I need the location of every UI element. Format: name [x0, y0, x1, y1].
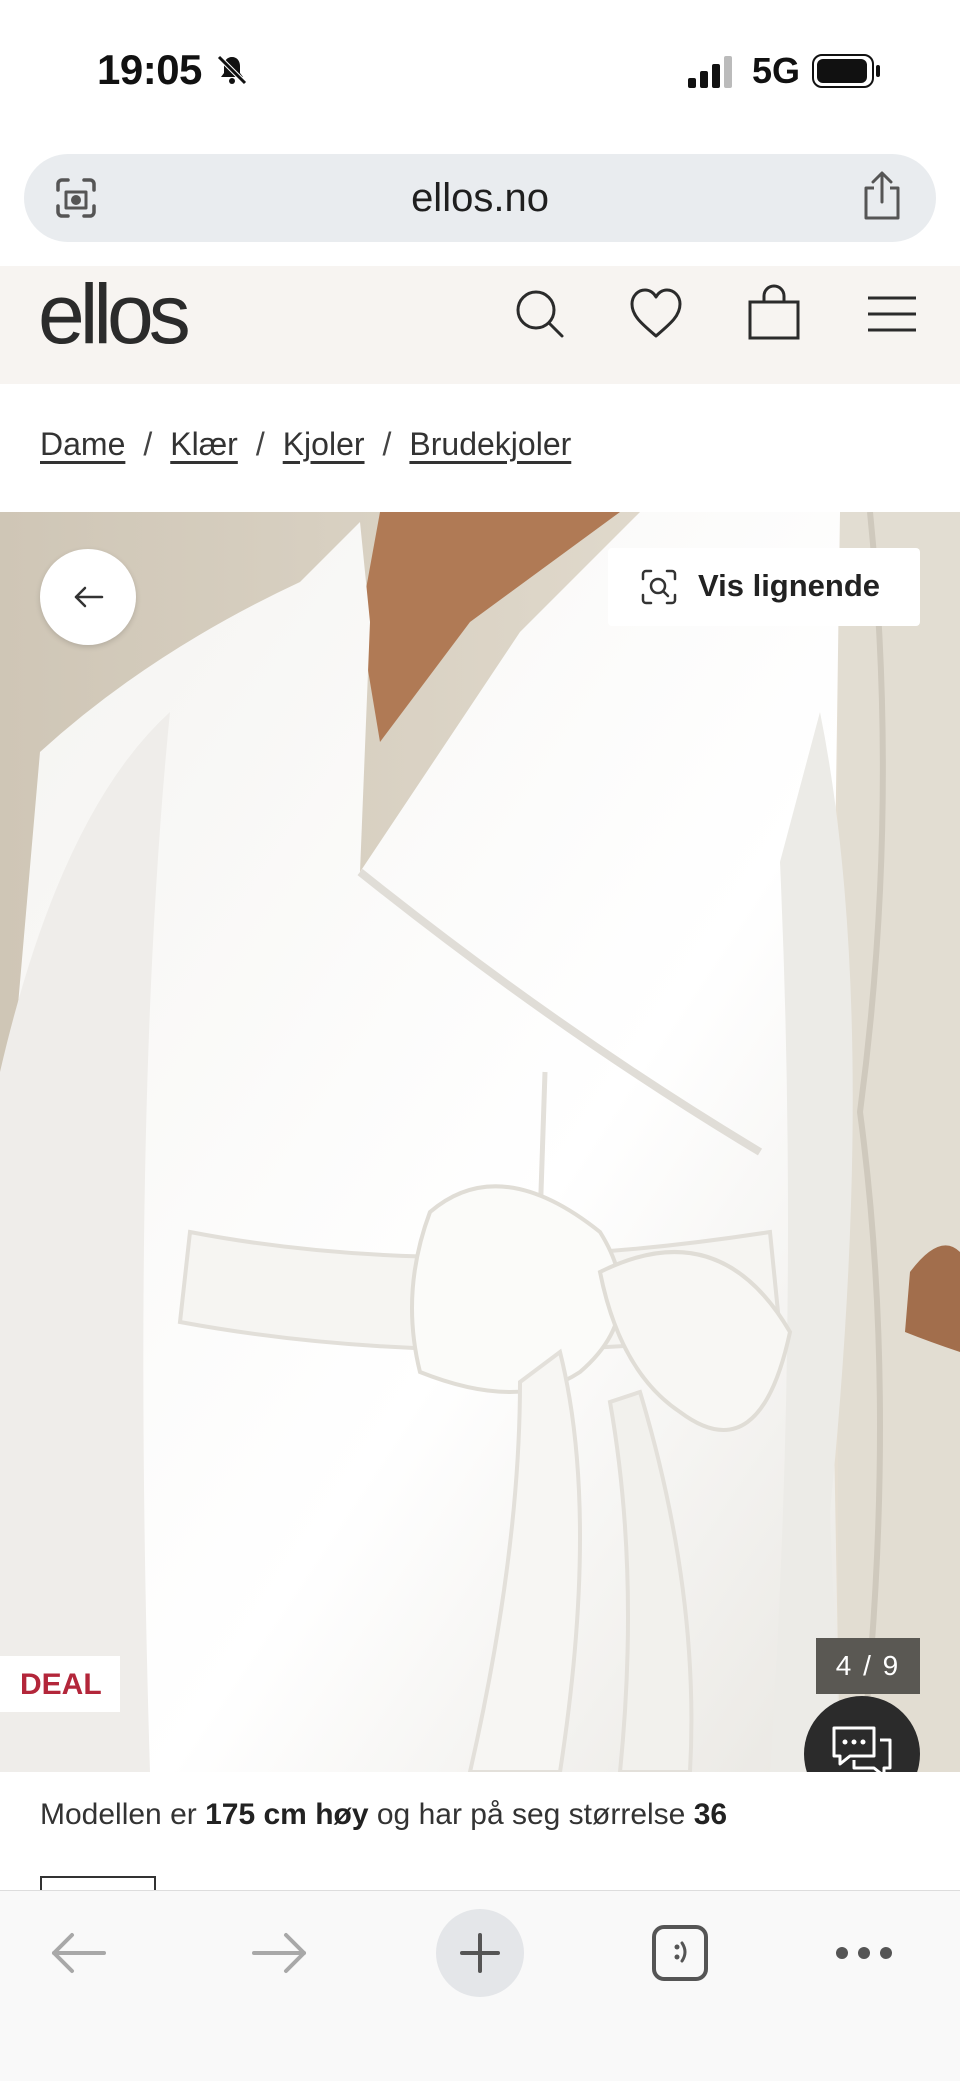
site-header: ellos — [0, 266, 960, 384]
size-selector[interactable] — [40, 1876, 156, 1890]
breadcrumb-klaer[interactable]: Klær — [170, 426, 238, 462]
chat-icon — [832, 1726, 892, 1772]
share-icon[interactable] — [860, 170, 904, 222]
show-similar-label: Vis lignende — [698, 568, 881, 603]
model-info: Modellen er 175 cm høy og har på seg stø… — [40, 1798, 727, 1832]
network-type: 5G — [752, 50, 801, 91]
tabs-icon[interactable] — [650, 1923, 710, 1983]
model-info-prefix: Modellen er — [40, 1798, 197, 1831]
breadcrumb-separator: / — [255, 426, 265, 462]
signal-icon — [688, 56, 732, 88]
more-icon[interactable] — [834, 1943, 894, 1963]
breadcrumb: Dame / Klær / Kjoler / Brudekjoler — [40, 426, 571, 463]
plus-icon — [460, 1933, 500, 1973]
show-similar-button[interactable]: Vis lignende — [608, 548, 920, 626]
new-tab-button[interactable] — [436, 1909, 524, 1997]
model-height: 175 cm høy — [205, 1798, 369, 1831]
forward-arrow-icon[interactable] — [250, 1929, 310, 1977]
back-arrow-icon[interactable] — [48, 1929, 108, 1977]
arrow-left-icon — [74, 586, 104, 608]
model-info-middle: og har på seg størrelse — [376, 1798, 686, 1831]
bag-icon[interactable] — [746, 284, 802, 344]
product-photo — [0, 512, 960, 1772]
menu-icon[interactable] — [864, 284, 920, 344]
product-image-gallery[interactable]: Vis lignende DEAL 4 / 9 — [0, 512, 960, 1772]
gallery-back-button[interactable] — [40, 549, 136, 645]
breadcrumb-brudekjoler[interactable]: Brudekjoler — [409, 426, 571, 462]
battery-icon — [812, 54, 880, 88]
breadcrumb-dame[interactable]: Dame — [40, 426, 125, 462]
url-text: ellos.no — [411, 176, 549, 220]
breadcrumb-separator: / — [143, 426, 153, 462]
status-time: 19:05 — [97, 46, 202, 93]
heart-icon[interactable] — [628, 284, 684, 344]
ellos-logo[interactable]: ellos — [38, 266, 191, 363]
image-pager: 4 / 9 — [816, 1638, 920, 1694]
breadcrumb-separator: / — [382, 426, 392, 462]
bell-slash-icon — [217, 55, 247, 85]
address-bar[interactable]: ellos.no — [24, 154, 936, 242]
breadcrumb-kjoler[interactable]: Kjoler — [283, 426, 365, 462]
browser-toolbar — [0, 1890, 960, 2081]
visual-search-icon — [641, 569, 677, 605]
search-icon[interactable] — [512, 284, 568, 344]
deal-badge: DEAL — [0, 1656, 120, 1712]
status-bar: 19:05 5G — [0, 0, 960, 140]
model-size: 36 — [693, 1798, 728, 1831]
